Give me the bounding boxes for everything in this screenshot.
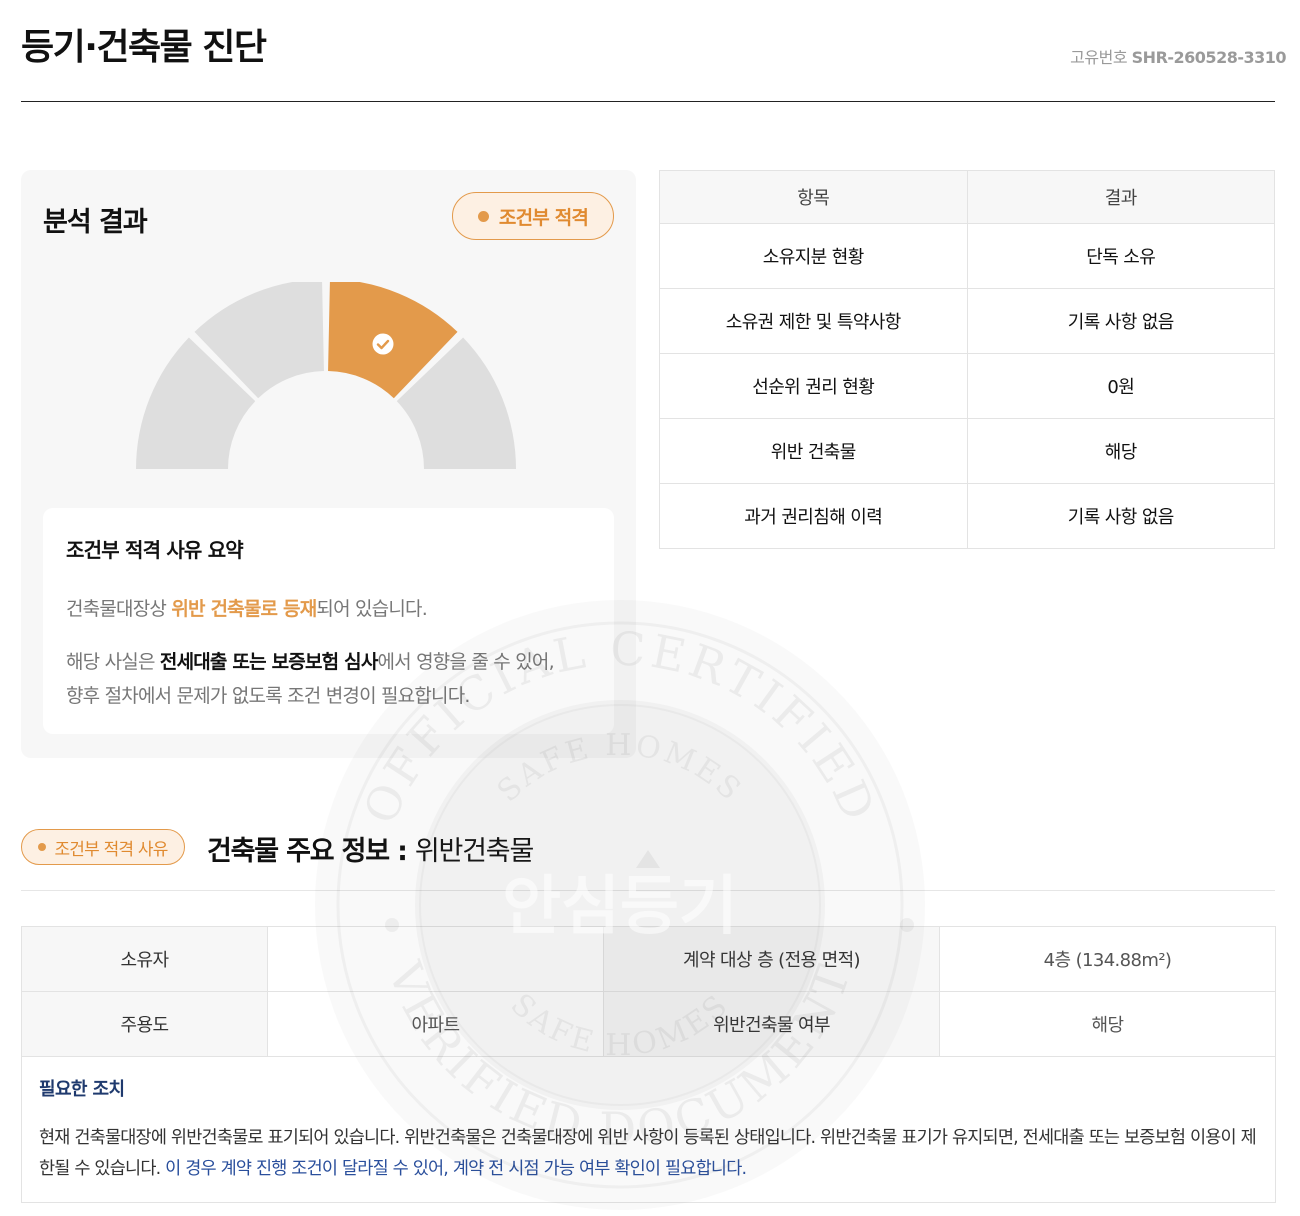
floor-value: 4층 (134.88m²) [939,926,1276,992]
summary-text: 되어 있습니다. [316,598,427,620]
result-cell: 기록 사항 없음 [966,483,1275,549]
page-title: 등기·건축물 진단 [21,27,267,68]
use-value: 아파트 [267,991,604,1057]
required-action-title: 필요한 조치 [39,1079,125,1100]
title-divider [21,101,1275,102]
summary-line-1: 건축물대장상 위반 건축물로 등재되어 있습니다. [66,594,428,621]
result-cell: 0원 [966,353,1275,419]
use-label: 주용도 [21,991,268,1057]
required-action-text: 현재 건축물대장에 위반건축물로 표기되어 있습니다. 위반건축물은 건축물대장… [39,1123,1258,1185]
section-title-sub: 위반건축물 [414,836,534,867]
column-header: 항목 [659,170,968,224]
section-title: 건축물 주요 정보 : 위반건축물 [207,829,534,868]
table-row: 위반 건축물 해당 [659,418,1275,484]
violation-label: 위반건축물 여부 [603,991,940,1057]
summary-text: 에서 영향을 줄 수 있어, [377,651,555,673]
verdict-badge: 조건부 적격 [452,192,614,240]
summary-highlight: 전세대출 또는 보증보험 심사 [159,651,378,673]
building-info-table: 소유자 계약 대상 층 (전용 면적) 4층 (134.88m²) 주용도 아파… [21,926,1276,1203]
table-row: 주용도 아파트 위반건축물 여부 해당 [21,991,1276,1057]
summary-card: 조건부 적격 사유 요약 건축물대장상 위반 건축물로 등재되어 있습니다. 해… [43,508,614,734]
summary-line-3: 향후 절차에서 문제가 없도록 조건 변경이 필요합니다. [66,685,470,707]
item-cell: 소유지분 현황 [659,223,968,289]
summary-title: 조건부 적격 사유 요약 [66,538,244,562]
verdict-gauge [136,282,516,469]
document-id: 고유번호 SHR-260528-3310 [1070,44,1286,68]
table-header-row: 항목 결과 [659,170,1275,224]
status-dot-icon [38,843,47,851]
section-divider [21,890,1275,891]
table-row: 소유권 제한 및 특약사항 기록 사항 없음 [659,288,1275,354]
item-cell: 선순위 권리 현황 [659,353,968,419]
check-icon [372,333,394,355]
result-cell: 단독 소유 [966,223,1275,289]
reason-badge: 조건부 적격 사유 [21,829,185,865]
verdict-label: 조건부 적격 [498,206,589,229]
table-row: 선순위 권리 현황 0원 [659,353,1275,419]
gauge-segments [136,282,516,469]
violation-value: 해당 [939,991,1276,1057]
summary-line-2: 해당 사실은 전세대출 또는 보증보험 심사에서 영향을 줄 수 있어, [66,647,555,674]
status-dot-icon [477,210,489,222]
section-title-main: 건축물 주요 정보 : [207,836,415,867]
analysis-title: 분석 결과 [43,207,148,238]
item-cell: 위반 건축물 [659,418,968,484]
result-cell: 해당 [966,418,1275,484]
owner-label: 소유자 [21,926,268,992]
table-row: 소유지분 현황 단독 소유 [659,223,1275,289]
action-text-highlight: 이 경우 계약 진행 조건이 달라질 수 있어, 계약 전 시점 가능 여부 확… [165,1159,747,1179]
result-cell: 기록 사항 없음 [966,288,1275,354]
reason-label: 조건부 적격 사유 [54,839,168,860]
required-action-cell: 필요한 조치 현재 건축물대장에 위반건축물로 표기되어 있습니다. 위반건축물… [21,1056,1276,1203]
floor-label: 계약 대상 층 (전용 면적) [603,926,940,992]
summary-text: 건축물대장상 [66,598,172,620]
table-row: 필요한 조치 현재 건축물대장에 위반건축물로 표기되어 있습니다. 위반건축물… [21,1056,1276,1203]
table-row: 과거 권리침해 이력 기록 사항 없음 [659,483,1275,549]
item-cell: 과거 권리침해 이력 [659,483,968,549]
document-id-value: SHR-260528-3310 [1131,48,1287,67]
column-header: 결과 [966,170,1275,224]
results-table: 항목 결과 소유지분 현황 단독 소유 소유권 제한 및 특약사항 기록 사항 … [659,170,1275,549]
item-cell: 소유권 제한 및 특약사항 [659,288,968,354]
summary-highlight: 위반 건축물로 등재 [171,598,317,620]
owner-value [267,926,604,992]
table-row: 소유자 계약 대상 층 (전용 면적) 4층 (134.88m²) [21,926,1276,992]
analysis-panel: 분석 결과 조건부 적격 조건부 적격 사유 요약 건축물대장상 위반 건축물로… [21,170,636,758]
document-id-label: 고유번호 [1070,48,1128,67]
summary-text: 해당 사실은 [66,651,160,673]
